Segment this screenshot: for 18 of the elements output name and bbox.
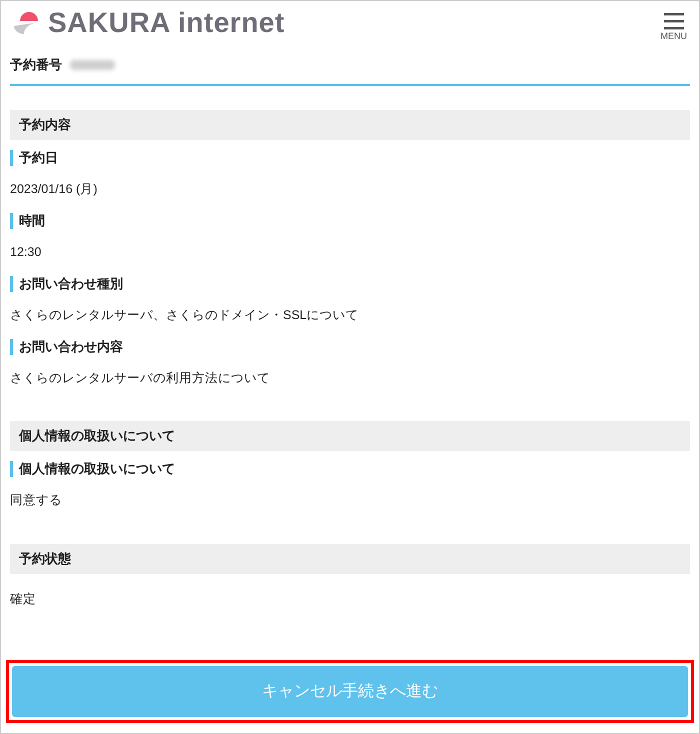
field-label: お問い合わせ種別	[10, 276, 123, 292]
menu-button[interactable]: MENU	[660, 12, 687, 40]
field-value: 2023/01/16 (月)	[10, 181, 98, 198]
menu-icon	[664, 12, 684, 30]
field-value: さくらのレンタルサーバの利用方法について	[10, 370, 270, 388]
field-value: 12:30	[10, 244, 42, 262]
field-value: 確定	[10, 591, 36, 608]
reservation-number-label: 予約番号	[10, 56, 62, 74]
field-label: お問い合わせ内容	[10, 339, 123, 355]
field-value: 同意する	[10, 492, 62, 510]
logo-text: SAKURA internet	[48, 9, 285, 37]
section-header: 予約内容	[10, 110, 690, 140]
field-label: 予約日	[10, 150, 58, 166]
section-header: 個人情報の取扱いについて	[10, 421, 690, 451]
section-header: 予約状態	[10, 544, 690, 574]
field-label: 時間	[10, 213, 45, 229]
field-value: さくらのレンタルサーバ、さくらのドメイン・SSLについて	[10, 307, 359, 324]
field-label: 個人情報の取扱いについて	[10, 461, 175, 477]
